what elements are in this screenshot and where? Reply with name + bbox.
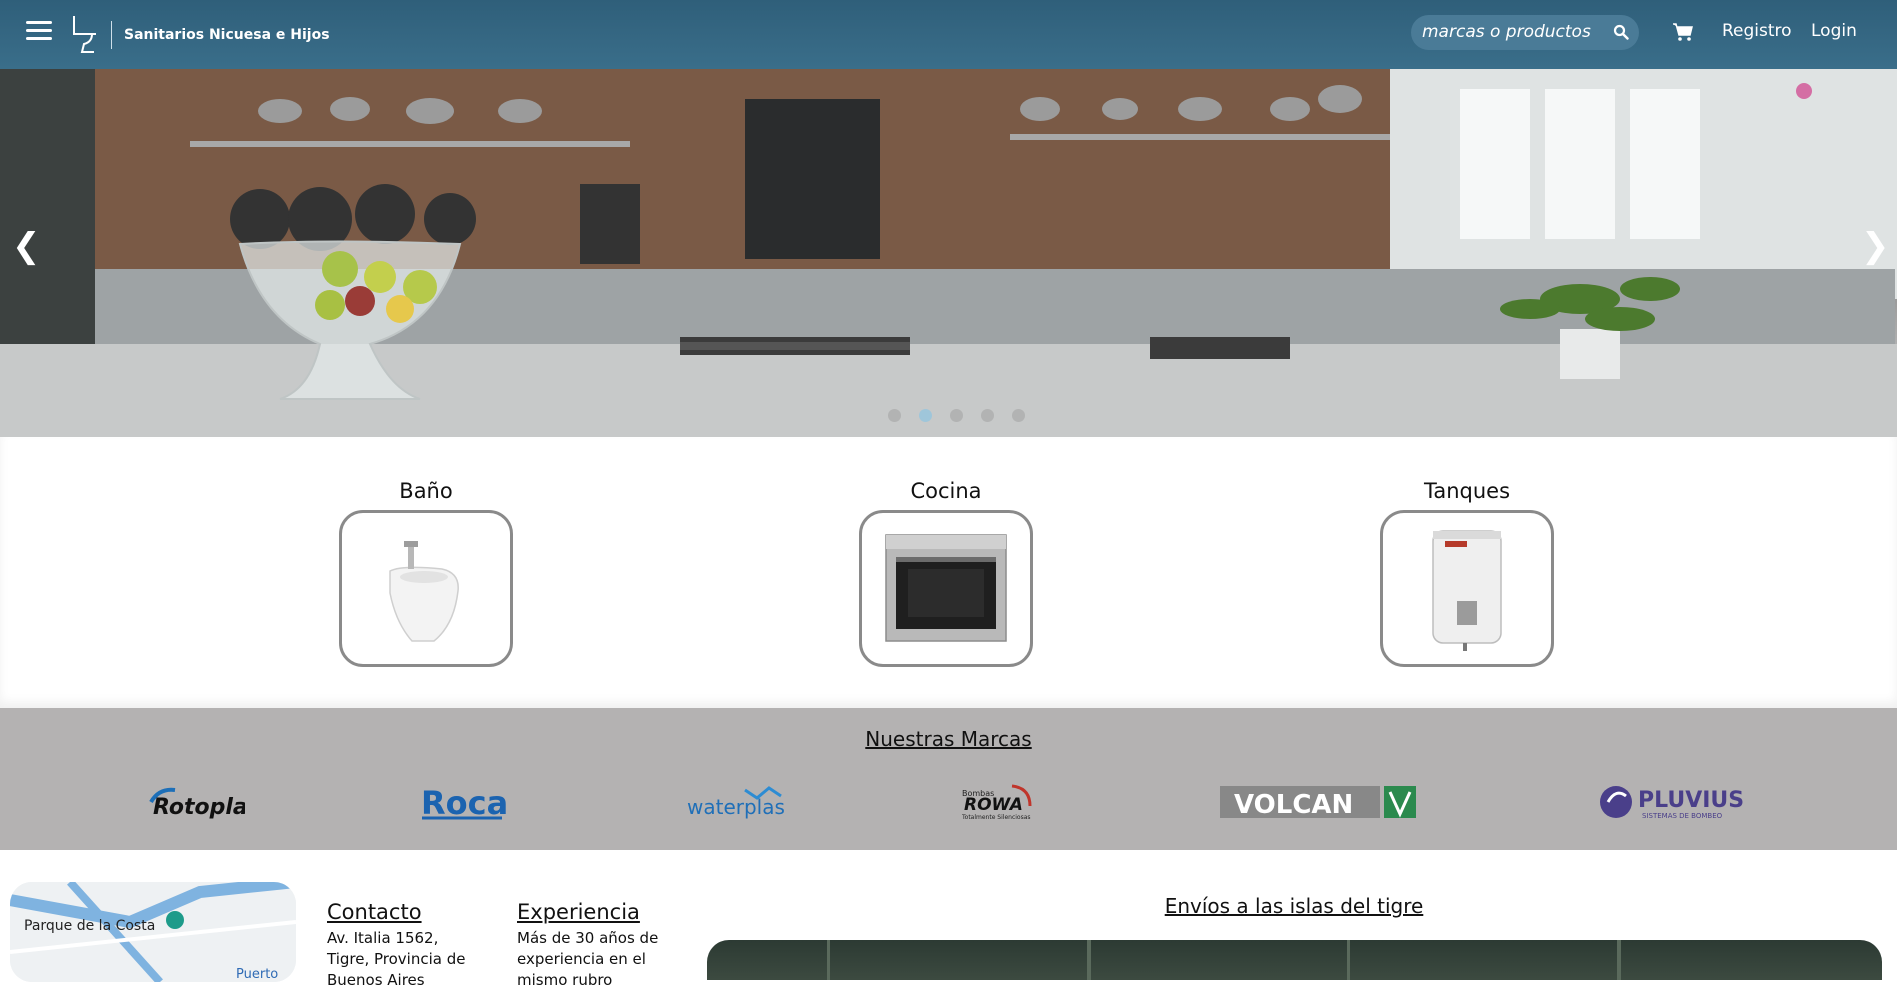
login-link[interactable]: Login (1811, 21, 1857, 41)
category-title: Tanques (1423, 479, 1511, 503)
brand-name[interactable]: Sanitarios Nicuesa e Hijos (124, 27, 330, 43)
footer-info: Parque de la Costa Puerto Contacto Av. I… (0, 850, 1897, 989)
brand-name: Roca (421, 784, 508, 822)
contact-title: Contacto (327, 900, 422, 924)
brand-subtitle: SISTEMAS DE BOMBEO (1642, 812, 1723, 820)
kitchen-slide-image (0, 69, 1897, 437)
carousel-dot[interactable] (981, 409, 995, 422)
carousel-indicators (888, 407, 1038, 426)
contact-address: Av. Italia 1562, Tigre, Provincia de Bue… (327, 929, 466, 989)
category-title: Baño (399, 479, 453, 503)
brand-waterplast-logo[interactable]: waterplast (685, 782, 785, 822)
category-image-frame[interactable] (1380, 510, 1554, 667)
carousel-dot-active[interactable] (919, 409, 933, 422)
brand-name: VOLCAN (1234, 790, 1353, 820)
categories-section: Baño Cocina Tanques (0, 437, 1897, 708)
register-link[interactable]: Registro (1722, 21, 1792, 41)
brand-subtitle: Totalmente Silenciosas (961, 814, 1031, 821)
experience-text: Más de 30 años de experiencia en el mism… (517, 929, 659, 989)
category-image-frame[interactable] (859, 510, 1033, 667)
search-input[interactable] (1422, 21, 1602, 43)
brand-roca-logo[interactable]: Roca (418, 782, 508, 822)
water-heater-image (1432, 530, 1502, 651)
toilet-logo-icon[interactable] (70, 14, 100, 54)
brands-title: Nuestras Marcas (865, 727, 1032, 751)
location-map[interactable]: Parque de la Costa Puerto (10, 882, 296, 982)
brands-section: Nuestras Marcas Rotoplas Roca waterplast… (0, 708, 1897, 850)
map-image: Parque de la Costa Puerto (10, 882, 296, 982)
category-bano[interactable]: Baño (338, 479, 514, 667)
carousel-dot[interactable] (950, 409, 964, 422)
brand-name: Rotoplas (153, 795, 245, 820)
category-tanques[interactable]: Tanques (1379, 479, 1555, 667)
oven-image (885, 534, 1007, 642)
bidet-image (389, 541, 459, 642)
category-cocina[interactable]: Cocina (858, 479, 1034, 667)
brand-name: PLUVIUS (1638, 788, 1744, 813)
brand-volcan-logo[interactable]: VOLCAN (1218, 782, 1418, 822)
category-title: Cocina (910, 479, 982, 503)
hero-carousel: ❮ ❯ (0, 69, 1897, 437)
carousel-prev-button[interactable]: ❮ (12, 229, 41, 263)
brand-pluvius-logo[interactable]: PLUVIUS SISTEMAS DE BOMBEO (1598, 782, 1748, 822)
cart-icon[interactable] (1672, 22, 1694, 42)
carousel-dot[interactable] (888, 409, 901, 422)
brand-name: ROWA (964, 795, 1023, 815)
logo-divider (111, 21, 112, 49)
search-icon[interactable] (1613, 24, 1629, 40)
carousel-dot[interactable] (1012, 409, 1026, 422)
brand-rowa-logo[interactable]: Bombas ROWA Totalmente Silenciosas (960, 782, 1040, 822)
map-label: Puerto (236, 967, 278, 982)
search-bar (1411, 15, 1639, 50)
shipping-title: Envíos a las islas del tigre (1164, 894, 1424, 918)
menu-icon[interactable] (26, 21, 52, 41)
carousel-next-button[interactable]: ❯ (1861, 229, 1890, 263)
brand-rotoplas-logo[interactable]: Rotoplas (145, 782, 245, 822)
brand-name: waterplast (687, 795, 785, 819)
category-image-frame[interactable] (339, 510, 513, 667)
top-navbar: Sanitarios Nicuesa e Hijos Registro Logi… (0, 0, 1897, 69)
shipping-image (707, 940, 1882, 980)
experience-title: Experiencia (517, 900, 640, 924)
map-label: Parque de la Costa (24, 918, 155, 934)
